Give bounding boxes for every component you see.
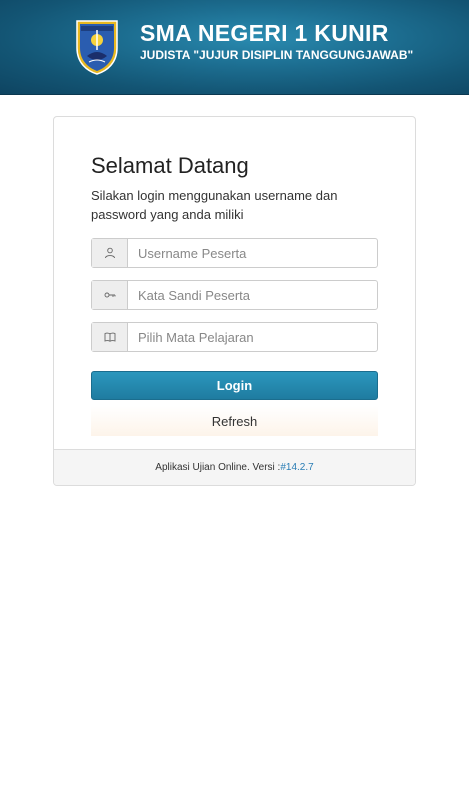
login-card: Selamat Datang Silakan login menggunakan… <box>53 116 416 486</box>
password-field[interactable]: Kata Sandi Peserta <box>91 280 378 310</box>
refresh-button[interactable]: Refresh <box>91 406 378 436</box>
login-instructions: Silakan login menggunakan username dan p… <box>91 188 338 222</box>
school-motto: JUDISTA "JUJUR DISIPLIN TANGGUNGJAWAB" <box>140 48 414 62</box>
version-link[interactable]: #14.2.7 <box>280 462 313 473</box>
book-icon <box>92 323 128 351</box>
login-button[interactable]: Login <box>91 371 378 400</box>
username-field[interactable]: Username Peserta <box>91 238 378 268</box>
password-input[interactable]: Kata Sandi Peserta <box>128 281 377 309</box>
key-icon <box>92 281 128 309</box>
page-title: Selamat Datang <box>91 153 249 178</box>
card-footer: Aplikasi Ujian Online. Versi : #14.2.7 <box>54 449 415 485</box>
user-icon <box>92 239 128 267</box>
school-logo <box>76 20 118 75</box>
header-banner: SMA NEGERI 1 KUNIR JUDISTA "JUJUR DISIPL… <box>0 0 469 95</box>
school-name: SMA NEGERI 1 KUNIR <box>140 20 389 46</box>
subject-field[interactable]: Pilih Mata Pelajaran <box>91 322 378 352</box>
subject-select[interactable]: Pilih Mata Pelajaran <box>128 323 377 351</box>
username-input[interactable]: Username Peserta <box>128 239 377 267</box>
footer-text: Aplikasi Ujian Online. Versi : <box>155 462 281 473</box>
